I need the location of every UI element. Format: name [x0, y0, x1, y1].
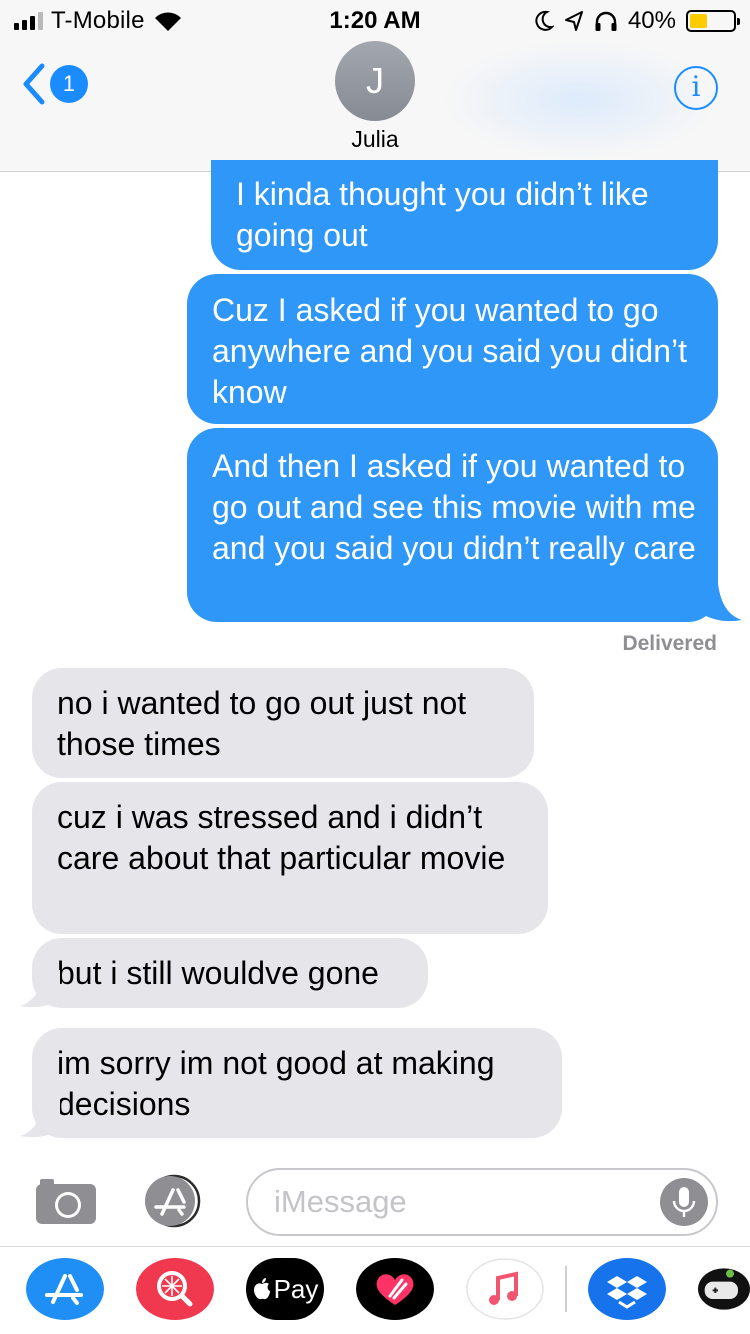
message-input-placeholder: iMessage: [274, 1184, 407, 1219]
digital-touch-icon[interactable]: [356, 1258, 434, 1320]
message-text: no i wanted to go out just not those tim…: [57, 685, 467, 762]
info-button[interactable]: i: [674, 66, 718, 110]
music-icon[interactable]: [466, 1258, 544, 1320]
dropbox-icon[interactable]: [588, 1258, 666, 1320]
app-store-toggle-icon[interactable]: [140, 1174, 212, 1228]
status-bar: T-Mobile 1:20 AM 40%: [0, 0, 750, 40]
chevron-left-icon: [23, 63, 45, 105]
apple-pay-label: Pay: [273, 1273, 319, 1304]
apple-pay-icon[interactable]: Pay: [246, 1258, 324, 1320]
message-text: And then I asked if you wanted to go out…: [212, 448, 696, 566]
search-images-icon[interactable]: [136, 1258, 214, 1320]
message-bubble-sent[interactable]: I kinda thought you didn’t like going ou…: [211, 160, 718, 270]
message-input[interactable]: iMessage: [246, 1168, 718, 1236]
status-bar-right: 40%: [534, 6, 740, 36]
unread-count-badge: 1: [50, 65, 88, 103]
back-button[interactable]: 1: [20, 62, 88, 106]
microphone-icon: [672, 1187, 696, 1217]
bubble-tail: [702, 584, 742, 622]
message-text: Cuz I asked if you wanted to go anywhere…: [212, 292, 687, 410]
game-icon[interactable]: [698, 1258, 750, 1320]
message-bubble-received[interactable]: im sorry im not good at making decisions: [32, 1028, 562, 1138]
message-text: I kinda thought you didn’t like going ou…: [236, 176, 649, 253]
message-bubble-sent[interactable]: Cuz I asked if you wanted to go anywhere…: [187, 274, 718, 424]
message-text: cuz i was stressed and i didn’t care abo…: [57, 799, 506, 876]
message-bubble-received[interactable]: no i wanted to go out just not those tim…: [32, 668, 534, 778]
moon-icon: [535, 10, 554, 31]
app-drawer-divider: [0, 1246, 750, 1247]
message-text: im sorry im not good at making decisions: [57, 1045, 495, 1122]
message-bubble-received[interactable]: but i still wouldve gone: [32, 938, 428, 1008]
battery-level-fill: [690, 14, 707, 28]
contact-name[interactable]: Julia: [0, 126, 750, 153]
message-bubble-received[interactable]: cuz i was stressed and i didn’t care abo…: [32, 782, 548, 934]
apple-logo-icon: [253, 1278, 270, 1300]
microphone-button[interactable]: [660, 1178, 708, 1226]
contact-avatar[interactable]: J: [335, 41, 415, 121]
bubble-tail: [20, 1100, 60, 1138]
battery-icon: [686, 10, 740, 32]
message-text: but i still wouldve gone: [57, 955, 379, 991]
app-store-icon[interactable]: [26, 1258, 104, 1320]
location-arrow-icon: [564, 11, 583, 31]
message-bubble-sent[interactable]: And then I asked if you wanted to go out…: [187, 428, 718, 622]
delivered-status: Delivered: [622, 632, 717, 655]
app-drawer-separator: [565, 1266, 567, 1312]
battery-percent: 40%: [627, 7, 676, 34]
bubble-tail: [20, 970, 60, 1008]
headphones-icon: [595, 11, 617, 31]
camera-icon[interactable]: [34, 1176, 98, 1226]
